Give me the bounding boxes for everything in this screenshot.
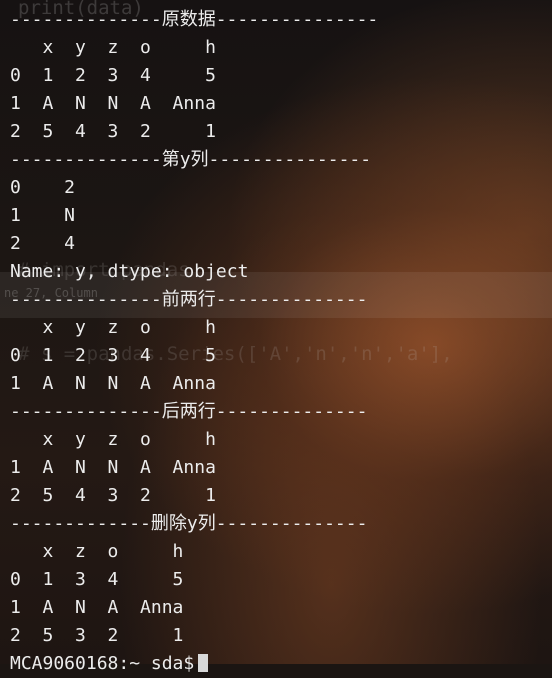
table-header-row: x z o h <box>10 541 184 562</box>
table-header-row: x y z o h <box>10 429 216 450</box>
table-header-row: x y z o h <box>10 37 216 58</box>
table-header-row: x y z o h <box>10 317 216 338</box>
series-row: 1 N <box>10 205 76 226</box>
table-row: 1 A N N A Anna <box>10 93 216 114</box>
terminal-output[interactable]: --------------原数据--------------- x y z o… <box>0 0 552 674</box>
table-row: 2 5 4 3 2 1 <box>10 121 216 142</box>
series-row: 0 2 <box>10 177 76 198</box>
table-row: 1 A N N A Anna <box>10 457 216 478</box>
table-row: 2 5 3 2 1 <box>10 625 184 646</box>
section-header: --------------前两行-------------- <box>10 289 368 310</box>
table-row: 1 A N N A Anna <box>10 373 216 394</box>
section-header: --------------原数据--------------- <box>10 9 379 30</box>
section-header: --------------后两行-------------- <box>10 401 368 422</box>
table-row: 0 1 2 3 4 5 <box>10 65 216 86</box>
table-row: 0 1 2 3 4 5 <box>10 345 216 366</box>
prompt-line[interactable]: MCA9060168:~ sda$ <box>10 650 552 678</box>
series-row: 2 4 <box>10 233 76 254</box>
table-row: 2 5 4 3 2 1 <box>10 485 216 506</box>
series-info: Name: y, dtype: object <box>10 261 249 282</box>
section-header: --------------第y列--------------- <box>10 149 372 170</box>
text-cursor <box>198 654 209 672</box>
table-row: 1 A N A Anna <box>10 597 184 618</box>
section-header: -------------删除y列-------------- <box>10 513 368 534</box>
table-row: 0 1 3 4 5 <box>10 569 184 590</box>
